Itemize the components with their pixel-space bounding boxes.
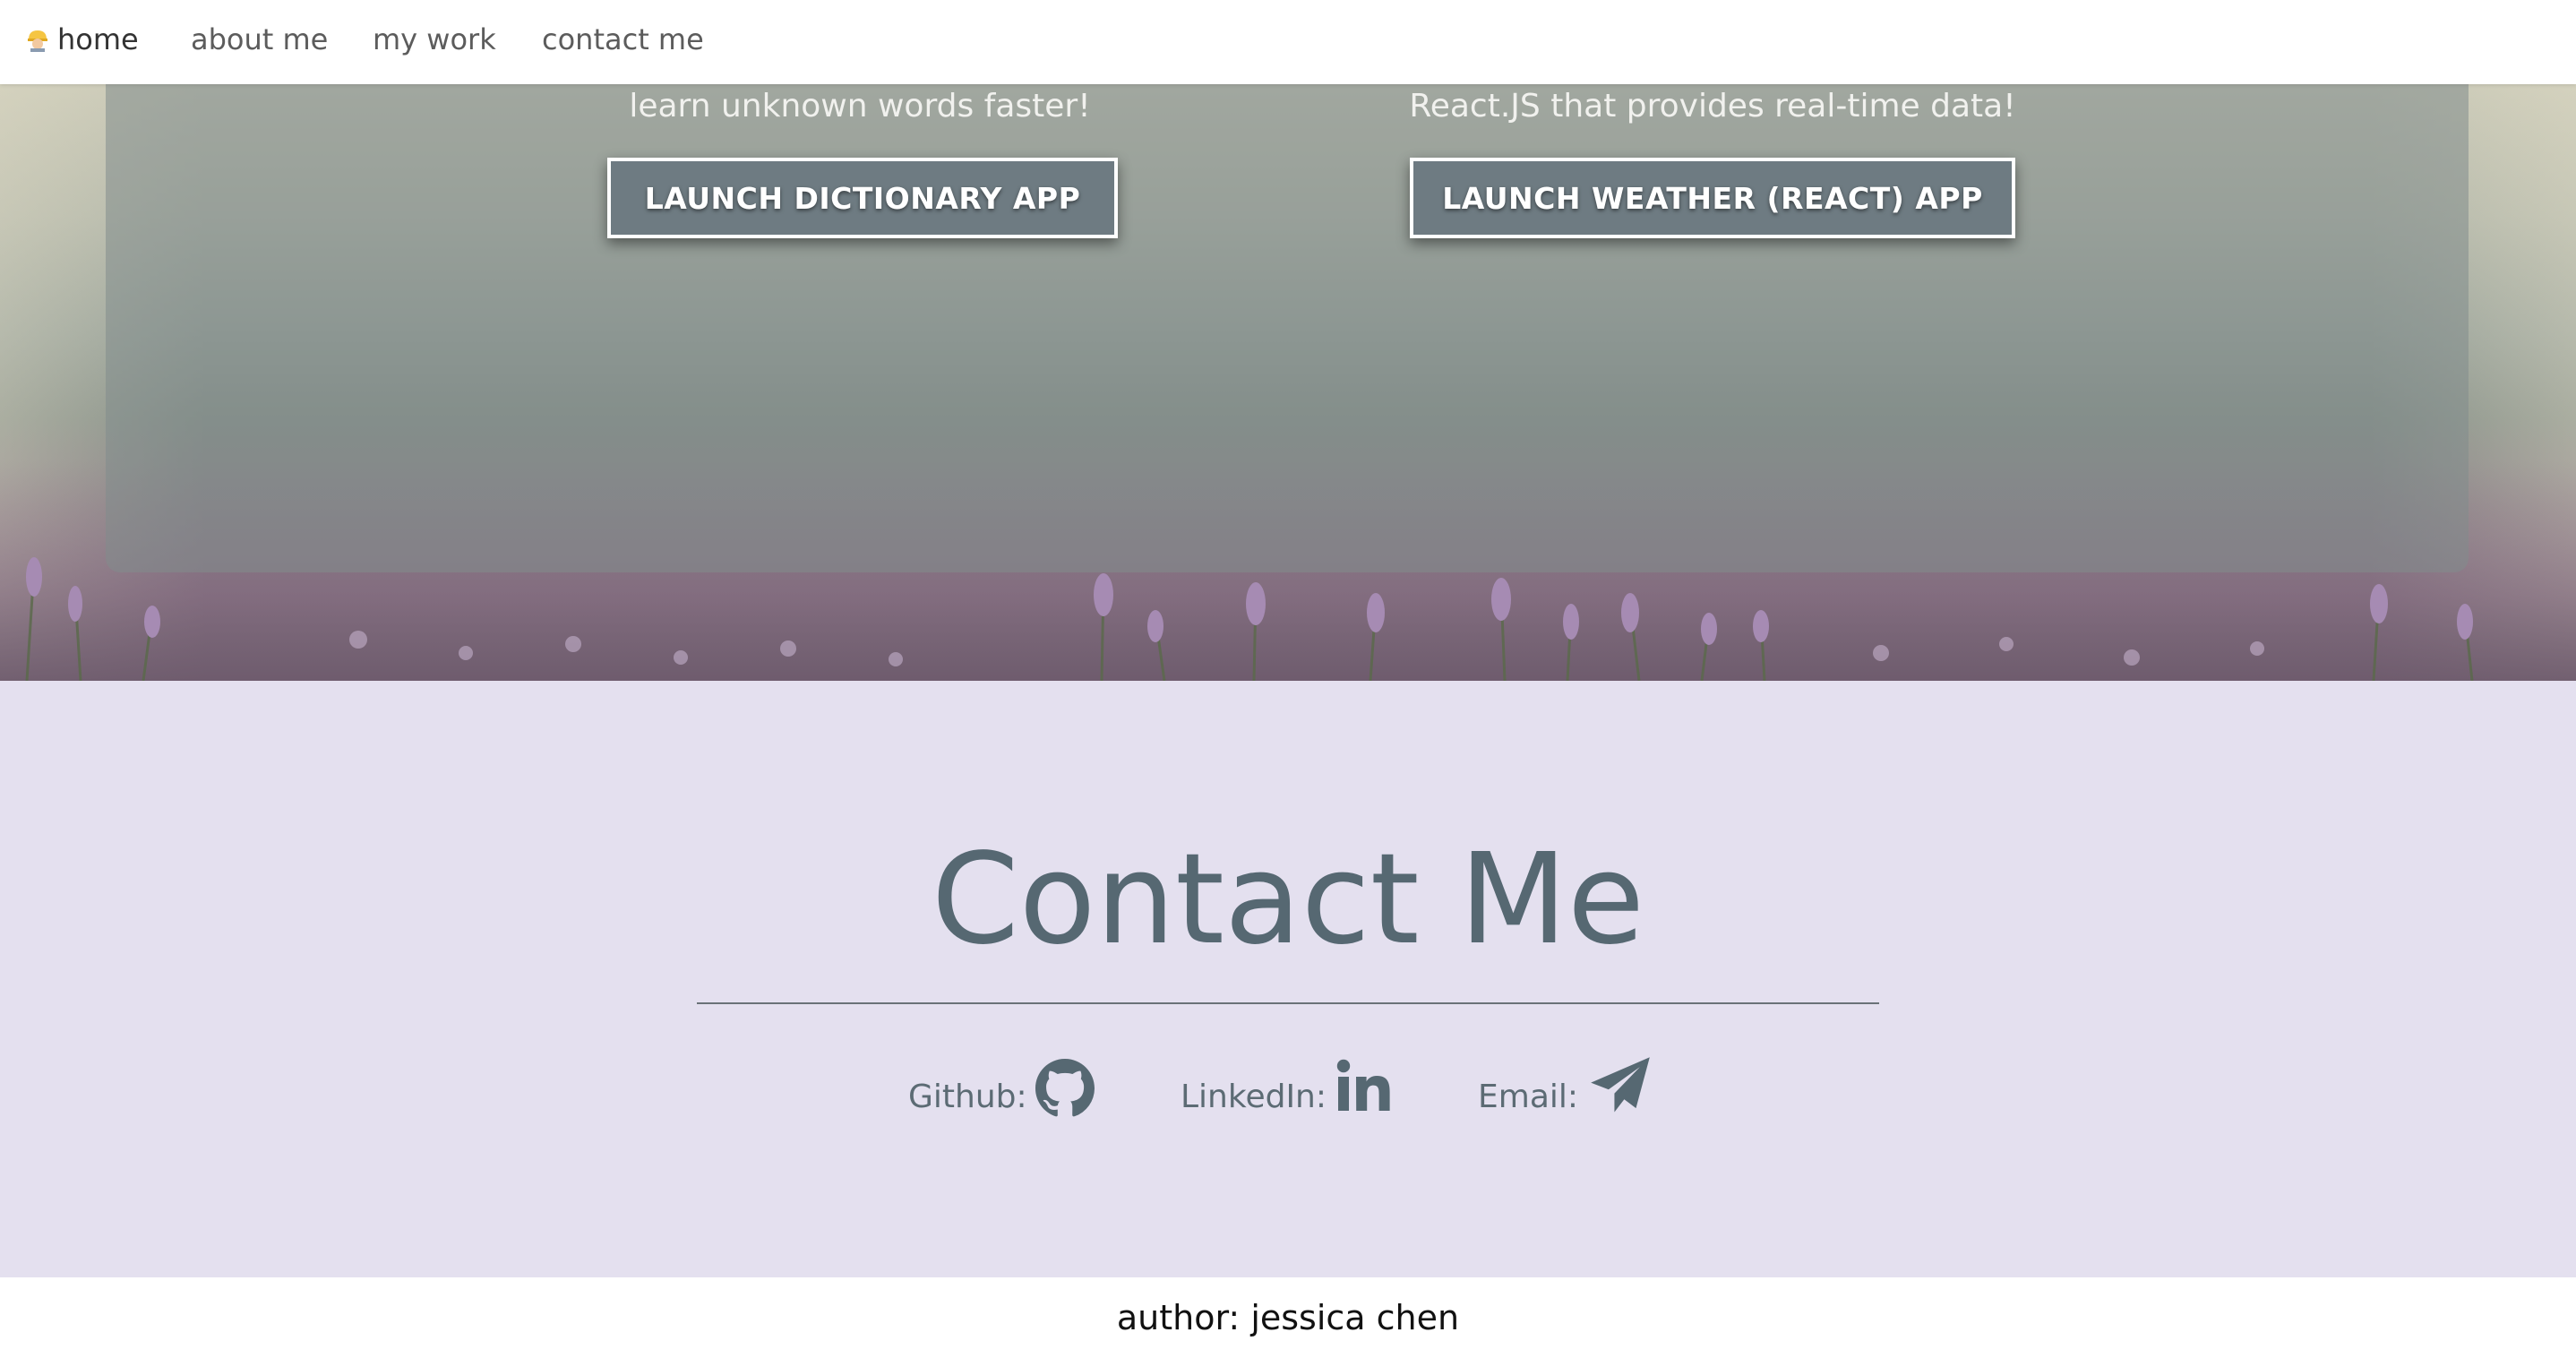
email-label: Email: <box>1478 1079 1579 1115</box>
nav-contact-link[interactable]: contact me <box>542 20 704 59</box>
contact-title: Contact Me <box>931 827 1645 973</box>
nav-home-label: home <box>57 22 139 56</box>
projects-hero: learn unknown words faster! React.JS tha… <box>0 84 2576 681</box>
linkedin-label: LinkedIn: <box>1181 1079 1327 1115</box>
construction-worker-icon <box>28 30 47 52</box>
page-footer: author: jessica chen <box>0 1277 2576 1358</box>
linkedin-icon[interactable] <box>1335 1057 1392 1114</box>
dictionary-app-description: learn unknown words faster! <box>629 88 1091 125</box>
nav-work-link[interactable]: my work <box>373 20 496 59</box>
top-navbar: home about me my work contact me <box>0 0 2576 84</box>
launch-weather-app-button[interactable]: LAUNCH WEATHER (REACT) APP <box>1410 158 2015 238</box>
weather-app-description: React.JS that provides real-time data! <box>1409 88 2016 125</box>
github-icon[interactable] <box>1035 1059 1095 1118</box>
nav-home-link[interactable]: home <box>25 20 139 59</box>
projects-overlay-card <box>106 84 2469 572</box>
paper-plane-icon[interactable] <box>1589 1055 1652 1118</box>
contact-section: Contact Me Github: LinkedIn: Email: <box>0 681 2576 1277</box>
nav-about-link[interactable]: about me <box>191 20 328 59</box>
launch-dictionary-app-button[interactable]: LAUNCH DICTIONARY APP <box>607 158 1118 238</box>
github-label: Github: <box>908 1079 1027 1115</box>
footer-author-text: author: jessica chen <box>1116 1298 1460 1337</box>
contact-divider <box>697 1002 1879 1004</box>
